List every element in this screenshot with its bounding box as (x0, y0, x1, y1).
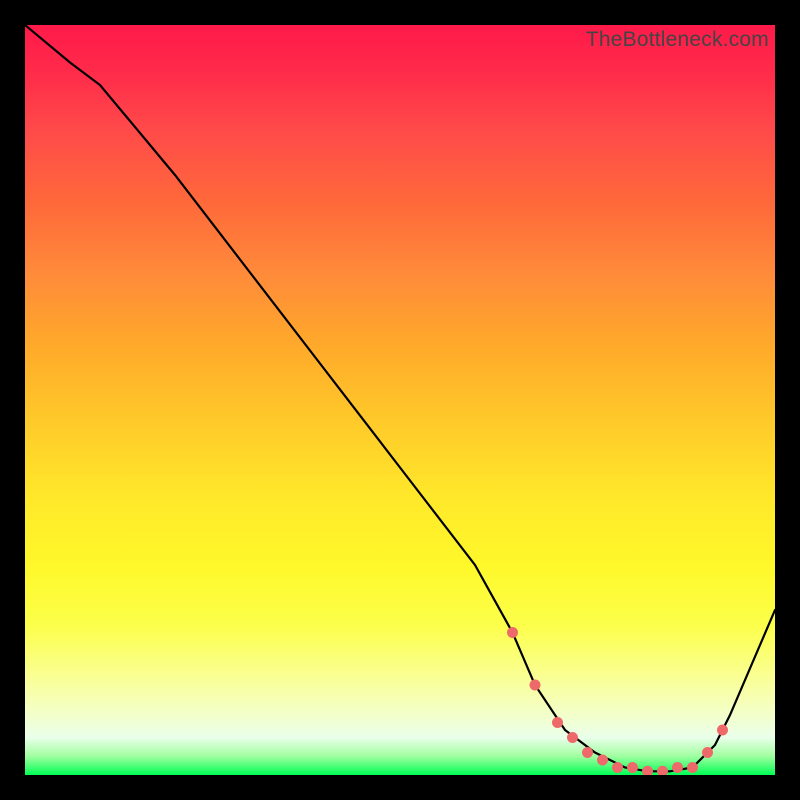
marker-dot (672, 762, 683, 773)
curve-line (25, 25, 775, 771)
marker-dot (612, 762, 623, 773)
marker-dot (687, 762, 698, 773)
marker-dot (530, 680, 541, 691)
marker-dot (657, 766, 668, 775)
plot-area: TheBottleneck.com (25, 25, 775, 775)
chart-svg (25, 25, 775, 775)
chart-container: TheBottleneck.com (0, 0, 800, 800)
marker-dot (642, 766, 653, 775)
marker-dot (702, 747, 713, 758)
marker-dot (567, 732, 578, 743)
marker-dot (582, 747, 593, 758)
marker-group (507, 627, 728, 775)
marker-dot (552, 717, 563, 728)
marker-dot (507, 627, 518, 638)
marker-dot (627, 762, 638, 773)
marker-dot (717, 725, 728, 736)
marker-dot (597, 755, 608, 766)
